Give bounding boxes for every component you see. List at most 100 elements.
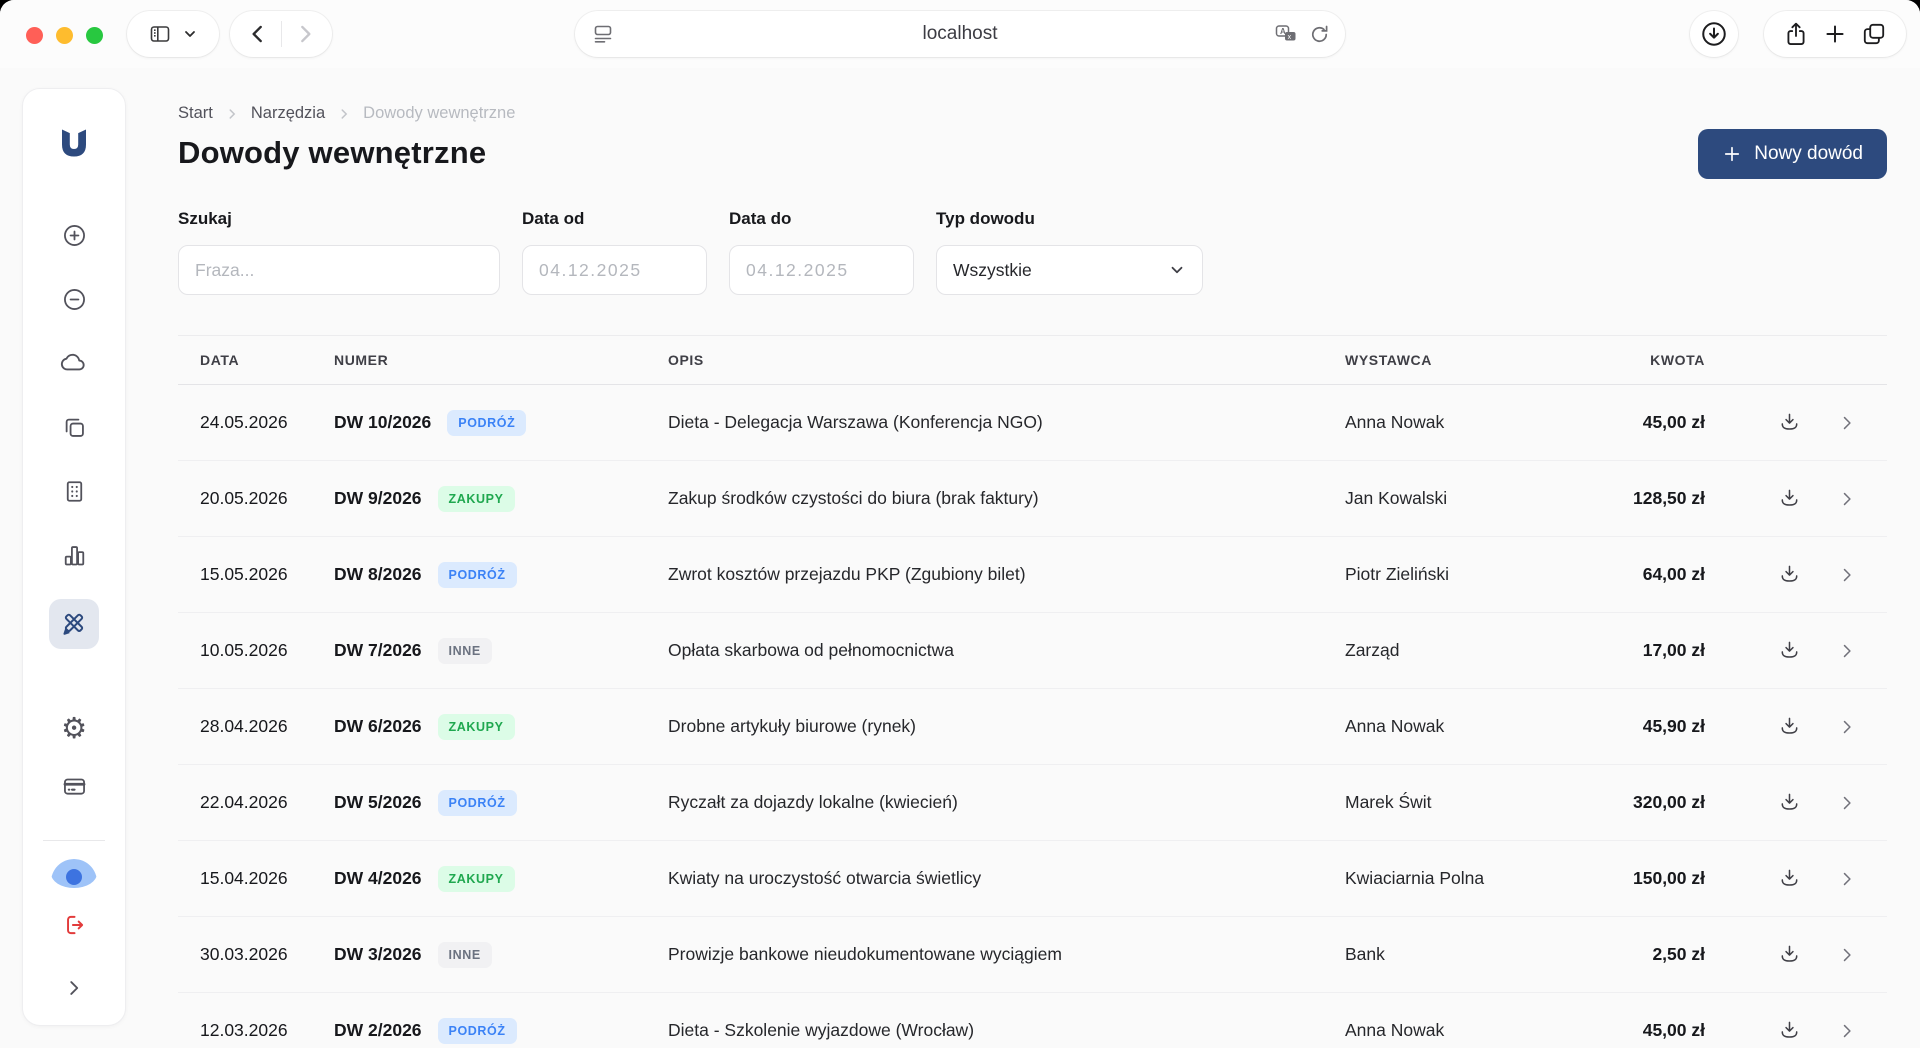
date-to-input[interactable] — [729, 245, 914, 295]
table-row[interactable]: 30.03.2026 DW 3/2026 INNE Prowizje banko… — [178, 917, 1887, 993]
main-content: Start Narzędzia Dowody wewnętrzne Dowody… — [178, 68, 1887, 1048]
download-icon[interactable] — [1778, 639, 1801, 662]
zoom-window-button[interactable] — [86, 27, 103, 44]
table-row[interactable]: 28.04.2026 DW 6/2026 ZAKUPY Drobne artyk… — [178, 689, 1887, 765]
table-row[interactable]: 24.05.2026 DW 10/2026 PODRÓŻ Dieta - Del… — [178, 385, 1887, 461]
row-amount: 45,00 zł — [1595, 1020, 1705, 1041]
download-icon[interactable] — [1778, 1019, 1801, 1042]
row-chevron-right-icon[interactable] — [1837, 1021, 1857, 1041]
row-badge: INNE — [438, 638, 492, 664]
type-select[interactable]: Wszystkie — [936, 245, 1203, 295]
sidebar-item-reports[interactable] — [49, 535, 99, 575]
row-date: 20.05.2026 — [200, 488, 334, 509]
row-number: DW 3/2026 — [334, 944, 422, 965]
sidebar-item-settings[interactable]: ⚙ — [49, 708, 99, 748]
row-chevron-right-icon[interactable] — [1837, 413, 1857, 433]
download-icon[interactable] — [1778, 411, 1801, 434]
new-tab-icon[interactable] — [1822, 21, 1848, 47]
minimize-window-button[interactable] — [56, 27, 73, 44]
sidebar-item-building[interactable] — [49, 471, 99, 511]
translate-icon[interactable]: A x — [1274, 22, 1298, 46]
row-badge: PODRÓŻ — [438, 790, 517, 816]
downloads-icon — [1699, 19, 1729, 49]
row-description: Kwiaty na uroczystość otwarcia świetlicy — [668, 868, 1345, 889]
close-window-button[interactable] — [26, 27, 43, 44]
sidebar-item-billing[interactable] — [49, 766, 99, 806]
sidebar-item-cloud[interactable] — [49, 343, 99, 383]
tab-overview-icon[interactable] — [1861, 21, 1887, 47]
download-icon[interactable] — [1778, 487, 1801, 510]
back-button[interactable] — [245, 21, 271, 47]
sidebar-utilities: ⚙ — [49, 708, 99, 824]
row-amount: 128,50 zł — [1595, 488, 1705, 509]
share-icon[interactable] — [1783, 21, 1809, 47]
row-badge: PODRÓŻ — [438, 1018, 517, 1044]
table-row[interactable]: 10.05.2026 DW 7/2026 INNE Opłata skarbow… — [178, 613, 1887, 689]
col-header-issuer: WYSTAWCA — [1345, 352, 1595, 368]
table-row[interactable]: 12.03.2026 DW 2/2026 PODRÓŻ Dieta - Szko… — [178, 993, 1887, 1048]
app-logo — [56, 125, 92, 161]
row-amount: 64,00 zł — [1595, 564, 1705, 585]
row-description: Zakup środków czystości do biura (brak f… — [668, 488, 1345, 509]
row-chevron-right-icon[interactable] — [1837, 869, 1857, 889]
row-date: 12.03.2026 — [200, 1020, 334, 1041]
logout-button[interactable] — [49, 912, 99, 938]
row-number: DW 2/2026 — [334, 1020, 422, 1041]
downloads-button[interactable] — [1690, 11, 1738, 57]
row-description: Dieta - Szkolenie wyjazdowe (Wrocław) — [668, 1020, 1345, 1041]
sidebar-toggle-icon[interactable] — [148, 22, 172, 46]
row-chevron-right-icon[interactable] — [1837, 717, 1857, 737]
address-bar[interactable]: localhost A x — [575, 11, 1345, 57]
app-sidebar: ⚙ — [22, 88, 126, 1026]
sidebar-expand-button[interactable] — [49, 976, 99, 1001]
download-icon[interactable] — [1778, 563, 1801, 586]
table-row[interactable]: 15.04.2026 DW 4/2026 ZAKUPY Kwiaty na ur… — [178, 841, 1887, 917]
avatar[interactable] — [51, 859, 97, 888]
breadcrumb: Start Narzędzia Dowody wewnętrzne — [178, 104, 1887, 123]
reader-view-icon[interactable] — [591, 22, 615, 46]
sidebar-item-tools-active[interactable] — [49, 599, 99, 649]
row-issuer: Jan Kowalski — [1345, 488, 1595, 509]
sidebar-nav — [49, 215, 99, 668]
row-chevron-right-icon[interactable] — [1837, 641, 1857, 661]
col-header-desc: OPIS — [668, 352, 1345, 368]
row-description: Zwrot kosztów przejazdu PKP (Zgubiony bi… — [668, 564, 1345, 585]
row-amount: 320,00 zł — [1595, 792, 1705, 813]
table-row[interactable]: 15.05.2026 DW 8/2026 PODRÓŻ Zwrot kosztó… — [178, 537, 1887, 613]
table-row[interactable]: 22.04.2026 DW 5/2026 PODRÓŻ Ryczałt za d… — [178, 765, 1887, 841]
row-issuer: Kwiaciarnia Polna — [1345, 868, 1595, 889]
reload-icon[interactable] — [1308, 23, 1331, 46]
row-number: DW 8/2026 — [334, 564, 422, 585]
row-amount: 45,00 zł — [1595, 412, 1705, 433]
filters-bar: Szukaj Data od Data do Typ dowodu Wszyst… — [178, 209, 1887, 295]
breadcrumb-start[interactable]: Start — [178, 104, 213, 123]
sidebar-item-copy[interactable] — [49, 407, 99, 447]
table-row[interactable]: 20.05.2026 DW 9/2026 ZAKUPY Zakup środkó… — [178, 461, 1887, 537]
date-from-input[interactable] — [522, 245, 707, 295]
download-icon[interactable] — [1778, 943, 1801, 966]
download-icon[interactable] — [1778, 791, 1801, 814]
row-chevron-right-icon[interactable] — [1837, 793, 1857, 813]
row-chevron-right-icon[interactable] — [1837, 489, 1857, 509]
row-issuer: Piotr Zieliński — [1345, 564, 1595, 585]
toolbar-right-group — [1764, 11, 1906, 57]
new-document-button[interactable]: Nowy dowód — [1698, 129, 1887, 179]
table-body: 24.05.2026 DW 10/2026 PODRÓŻ Dieta - Del… — [178, 385, 1887, 1048]
chevron-down-icon[interactable] — [182, 26, 198, 42]
row-chevron-right-icon[interactable] — [1837, 565, 1857, 585]
download-icon[interactable] — [1778, 867, 1801, 890]
sidebar-item-minus[interactable] — [49, 279, 99, 319]
row-date: 15.05.2026 — [200, 564, 334, 585]
browser-toolbar: localhost A x — [0, 0, 1920, 68]
forward-button[interactable] — [292, 21, 318, 47]
breadcrumb-tools[interactable]: Narzędzia — [251, 104, 325, 123]
download-icon[interactable] — [1778, 715, 1801, 738]
url-text[interactable]: localhost — [923, 23, 998, 45]
chevron-down-icon — [1168, 261, 1186, 279]
row-issuer: Anna Nowak — [1345, 412, 1595, 433]
chevron-right-icon — [337, 107, 351, 121]
search-input[interactable] — [178, 245, 500, 295]
row-number: DW 9/2026 — [334, 488, 422, 509]
sidebar-item-plus[interactable] — [49, 215, 99, 255]
row-chevron-right-icon[interactable] — [1837, 945, 1857, 965]
